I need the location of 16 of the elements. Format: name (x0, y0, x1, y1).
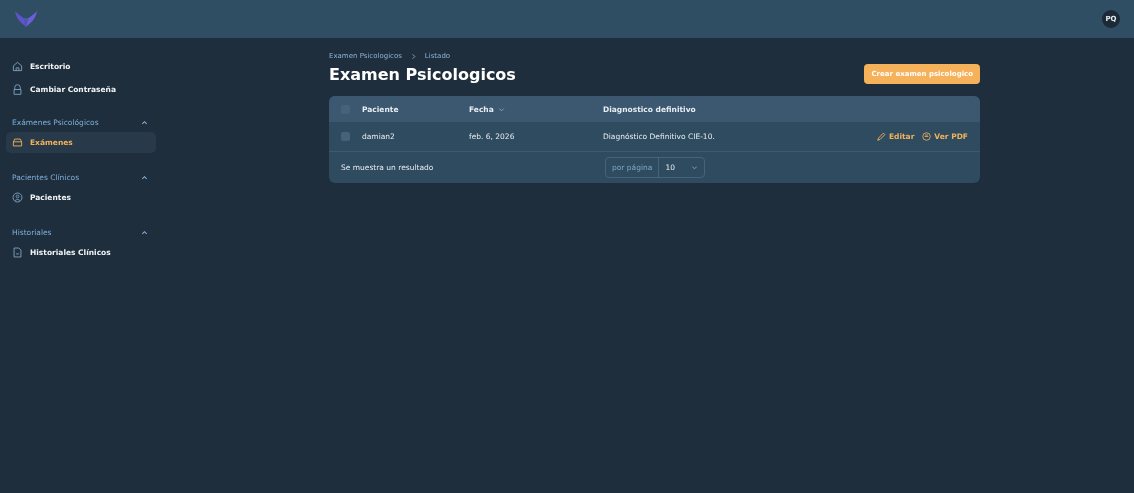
document-icon (12, 247, 23, 258)
chevron-right-icon (409, 52, 417, 60)
dropdown-chevron-icon (691, 164, 699, 171)
row-checkbox[interactable] (341, 132, 350, 141)
sort-chevron-icon[interactable] (497, 105, 505, 113)
chevron-icon (141, 118, 148, 126)
page-title: Examen Psicologicos (329, 64, 516, 84)
chevron-icon (141, 228, 148, 236)
chevron-icon (141, 173, 148, 181)
lock-icon (12, 84, 23, 95)
wings-logo-icon (14, 9, 38, 29)
printer-icon (922, 132, 932, 141)
home-icon (12, 61, 23, 72)
pencil-icon (876, 132, 886, 141)
tray-icon (12, 137, 23, 148)
user-circle-icon (12, 192, 23, 203)
